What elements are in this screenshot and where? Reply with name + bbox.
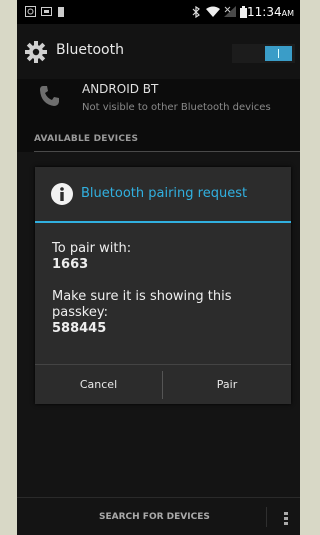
- sd-card-icon: [41, 7, 52, 16]
- dialog-body: To pair with: 1663 Make sure it is showi…: [52, 241, 232, 337]
- wifi-icon: [206, 6, 220, 17]
- bluetooth-icon: [192, 6, 200, 18]
- bottom-action-bar: SEARCH FOR DEVICES: [17, 497, 300, 535]
- clock-ampm: AM: [281, 9, 294, 18]
- pair-with-label: To pair with:: [52, 241, 132, 256]
- bluetooth-toggle[interactable]: [232, 44, 295, 63]
- action-bar-title: Bluetooth: [56, 42, 124, 58]
- status-clock: 11:34AM: [247, 5, 294, 19]
- settings-gear-icon[interactable]: [24, 40, 48, 64]
- info-icon: [51, 183, 73, 205]
- clock-time: 11:34: [247, 5, 282, 19]
- dialog-title-divider: [35, 221, 291, 223]
- pair-button[interactable]: Pair: [163, 365, 291, 405]
- instruction-line-1: Make sure it is showing this: [52, 289, 232, 304]
- overflow-menu-icon[interactable]: [284, 512, 288, 527]
- available-devices-header: AVAILABLE DEVICES: [34, 134, 139, 144]
- toggle-thumb: [265, 46, 292, 61]
- phone-handset-icon: [40, 86, 59, 106]
- device-visibility: Not visible to other Bluetooth devices: [82, 102, 271, 113]
- dialog-title-row: Bluetooth pairing request: [35, 167, 291, 221]
- passkey: 588445: [52, 321, 107, 336]
- local-device-row[interactable]: ANDROID BT Not visible to other Bluetoot…: [17, 79, 300, 129]
- bottom-bar-divider: [266, 507, 267, 527]
- cancel-button[interactable]: Cancel: [35, 365, 162, 405]
- device-code: 1663: [52, 257, 89, 272]
- dialog-title: Bluetooth pairing request: [81, 186, 248, 201]
- dialog-buttons: Cancel Pair: [35, 364, 291, 405]
- status-bar: 11:34AM: [17, 0, 300, 24]
- screenshot-icon: [25, 6, 36, 17]
- device-name: ANDROID BT: [82, 82, 159, 96]
- pairing-dialog: Bluetooth pairing request To pair with: …: [35, 167, 291, 404]
- battery-small-icon: [58, 7, 64, 17]
- no-signal-icon: [224, 6, 236, 17]
- battery-icon: [240, 6, 247, 18]
- action-bar: Bluetooth: [17, 24, 300, 79]
- instruction-line-2: passkey:: [52, 305, 108, 320]
- phone-screen: 11:34AM Bluetooth ANDROID BT Not visible…: [17, 0, 300, 535]
- search-for-devices-button[interactable]: SEARCH FOR DEVICES: [99, 512, 210, 522]
